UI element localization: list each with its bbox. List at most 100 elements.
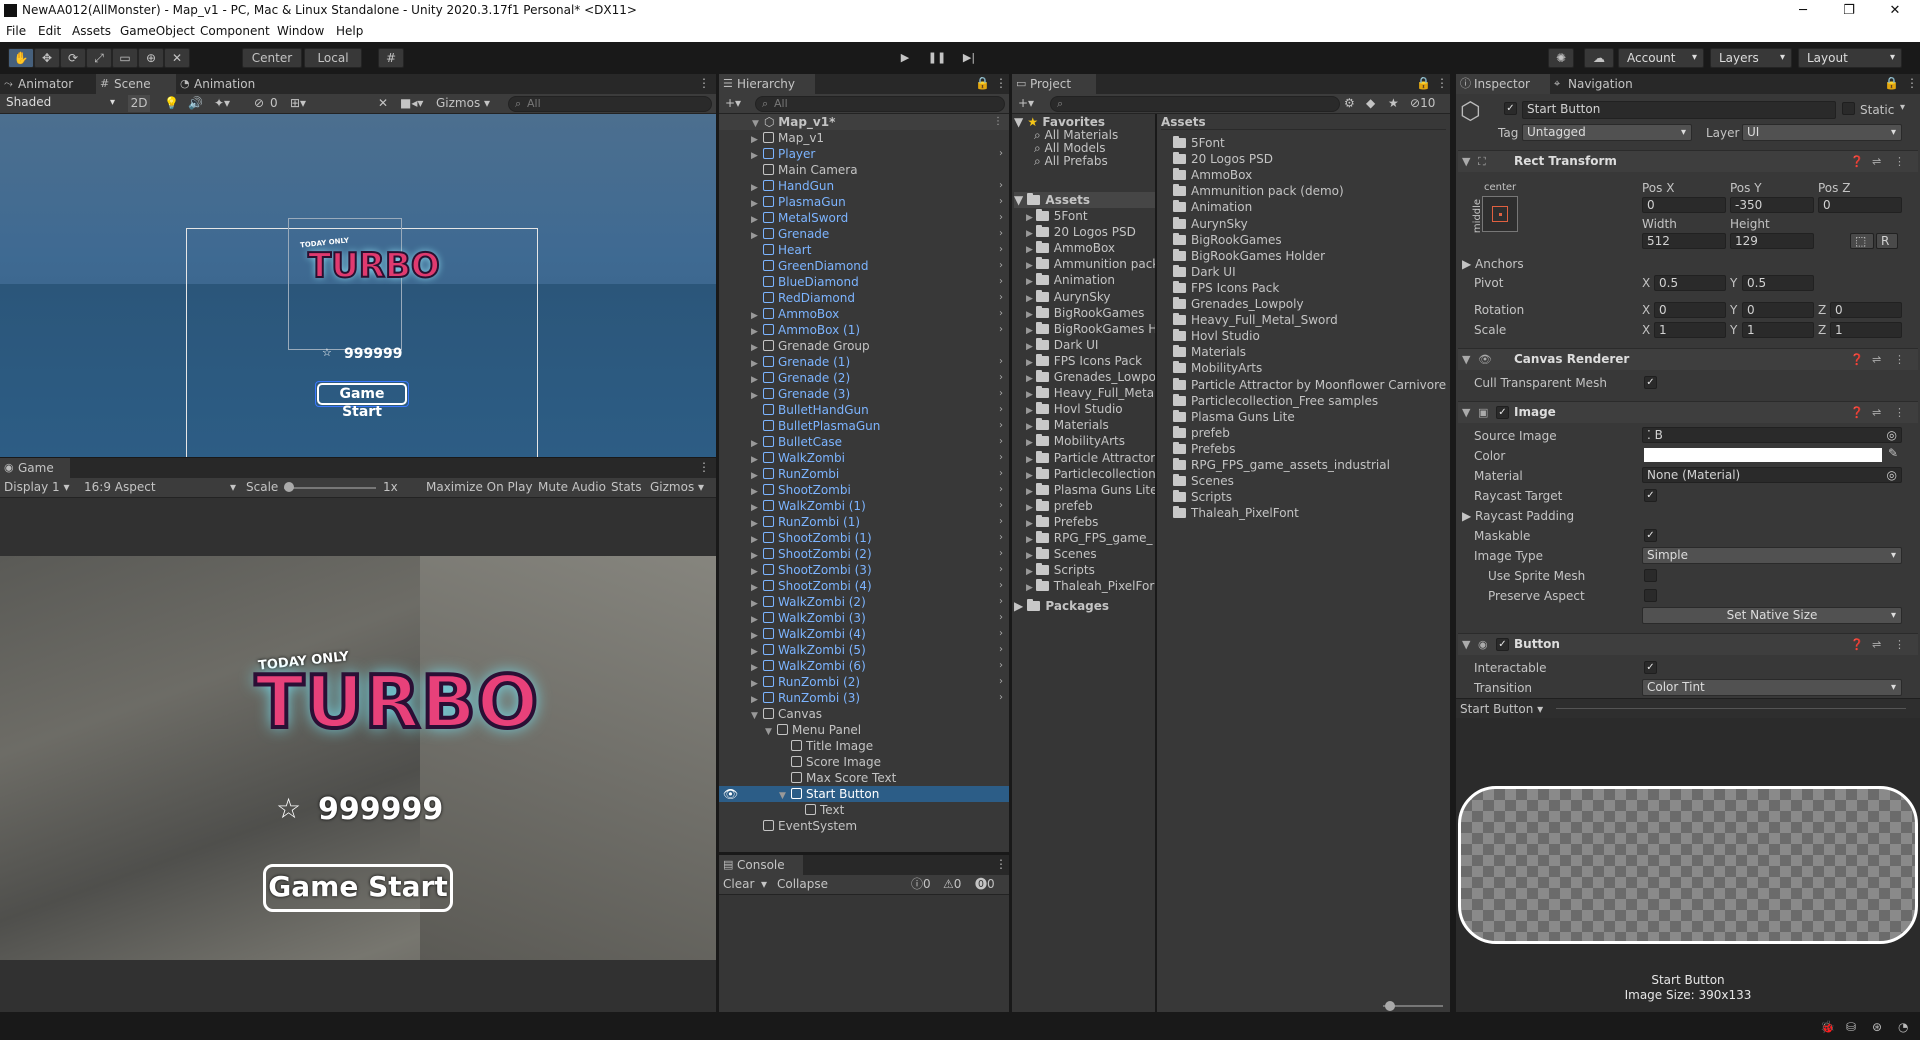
effects-icon[interactable]: ✦▾	[214, 95, 230, 112]
cull-transparent-checkbox[interactable]: ✓	[1644, 376, 1657, 389]
console-log-area[interactable]	[719, 895, 1009, 1012]
asset-tree-folder[interactable]: ▶ Scripts	[1026, 562, 1095, 578]
hierarchy-item[interactable]: ▶ RunZombi ›	[719, 466, 1009, 482]
asset-tree-folder[interactable]: ▶ Particlecollection	[1026, 466, 1155, 482]
asset-tree-folder[interactable]: ▶ AurynSky	[1026, 289, 1111, 305]
preview-header[interactable]: Start Button ▾	[1456, 698, 1920, 718]
grid-snap-icon[interactable]: #	[378, 48, 404, 68]
hierarchy-menu-icon[interactable]: ⋮	[995, 76, 1007, 90]
project-add-icon[interactable]: +▾	[1018, 95, 1034, 112]
scale-slider[interactable]	[284, 487, 376, 489]
hierarchy-item[interactable]: ▶ WalkZombi (3) ›	[719, 610, 1009, 626]
hierarchy-item[interactable]: Score Image	[719, 754, 1009, 770]
hierarchy-item[interactable]: Max Score Text	[719, 770, 1009, 786]
cloud-icon[interactable]: ☁	[1584, 48, 1614, 68]
fold-icon[interactable]: ▶	[1026, 310, 1036, 320]
interactable-checkbox[interactable]: ✓	[1644, 661, 1657, 674]
hierarchy-search-input[interactable]: All	[755, 96, 1005, 112]
hierarchy-item[interactable]: ▶ WalkZombi (4) ›	[719, 626, 1009, 642]
asset-list-item[interactable]: Prefebs	[1173, 441, 1236, 457]
prefab-open-icon[interactable]: ›	[999, 226, 1003, 242]
object-picker-icon[interactable]: ◎	[1887, 428, 1897, 442]
fold-icon[interactable]: ▶	[1026, 503, 1036, 513]
asset-list-item[interactable]: Particlecollection_Free samples	[1173, 393, 1378, 409]
material-picker-icon[interactable]: ◎	[1887, 468, 1897, 482]
asset-tree-folder[interactable]: ▶ Thaleah_PixelFor	[1026, 578, 1154, 594]
prefab-open-icon[interactable]: ›	[999, 290, 1003, 306]
eyedropper-icon[interactable]: ✎	[1888, 446, 1898, 460]
hierarchy-add-icon[interactable]: +▾	[725, 95, 741, 112]
scene-search-input[interactable]: All	[508, 96, 712, 112]
hidden-objects-icon[interactable]: ⊘	[254, 95, 264, 112]
console-clear-button[interactable]: Clear	[723, 876, 754, 893]
hierarchy-item[interactable]: ▶ WalkZombi (2) ›	[719, 594, 1009, 610]
raycast-padding-foldout[interactable]: ▶ Raycast Padding	[1462, 508, 1574, 524]
hierarchy-item[interactable]: ▶ Grenade (3) ›	[719, 386, 1009, 402]
prefab-open-icon[interactable]: ›	[999, 690, 1003, 706]
asset-tree-folder[interactable]: ▶ Materials	[1026, 417, 1109, 433]
custom-tool-icon[interactable]: ✕	[164, 48, 190, 68]
game-menu-icon[interactable]: ⋮	[698, 460, 710, 474]
asset-list-item[interactable]: prefeb	[1173, 425, 1230, 441]
asset-list-item[interactable]: Hovl Studio	[1173, 328, 1260, 344]
tools-icon[interactable]: ✕	[378, 95, 388, 112]
asset-list-item[interactable]: BigRookGames Holder	[1173, 248, 1325, 264]
component-menu-icon[interactable]: ⋮	[1894, 634, 1905, 655]
fold-icon[interactable]: ▶	[1026, 567, 1036, 577]
display-dropdown[interactable]: Display 1 ▾	[4, 479, 76, 496]
fold-icon[interactable]: ▶	[1026, 277, 1036, 287]
asset-tree-folder[interactable]: ▶ Plasma Guns Lite	[1026, 482, 1155, 498]
shading-dropdown[interactable]: Shaded	[2, 95, 120, 112]
menu-edit[interactable]: Edit	[38, 24, 61, 38]
gizmos-dropdown[interactable]: Gizmos ▾	[436, 95, 496, 112]
transition-dropdown[interactable]: Color Tint	[1642, 679, 1902, 696]
hierarchy-item[interactable]: ▶ Grenade (1) ›	[719, 354, 1009, 370]
tab-game[interactable]: ◉ Game	[0, 458, 70, 478]
asset-list-item[interactable]: Grenades_Lowpoly	[1173, 296, 1304, 312]
hierarchy-lock-icon[interactable]: 🔒	[975, 76, 990, 90]
scene-viewport[interactable]: TODAY ONLY TURBO ☆ 999999 Game Start	[0, 114, 716, 457]
hierarchy-scene-row[interactable]: ▼ ⬡ Map_v1* ⋮	[719, 114, 1009, 130]
asset-tree-folder[interactable]: ▶ BigRookGames H	[1026, 321, 1155, 337]
canvas-renderer-header[interactable]: ▼ 👁 Canvas Renderer ❓ ⇌ ⋮	[1458, 348, 1918, 370]
scene-menu-icon[interactable]: ⋮	[698, 76, 710, 90]
favorite-item[interactable]: ⌕ All Prefabs	[1034, 153, 1108, 169]
pause-button[interactable]: ❚❚	[925, 48, 949, 68]
menu-file[interactable]: File	[6, 24, 26, 38]
asset-list-item[interactable]: Animation	[1173, 199, 1252, 215]
prefab-open-icon[interactable]: ›	[999, 546, 1003, 562]
progress-icon[interactable]: ◔	[1898, 1020, 1908, 1034]
fold-icon[interactable]: ▶	[1026, 261, 1036, 271]
hidden-packages-icon[interactable]: ⊘10	[1410, 95, 1435, 112]
collab-icon[interactable]: ✺	[1548, 48, 1574, 68]
pivot-center-toggle[interactable]: Center	[242, 48, 302, 68]
prefab-open-icon[interactable]: ›	[999, 450, 1003, 466]
static-chevron-icon[interactable]: ▾	[1900, 102, 1905, 113]
console-error-toggle[interactable]: ⓿0	[975, 876, 995, 893]
hierarchy-item[interactable]: ▶ RunZombi (3) ›	[719, 690, 1009, 706]
asset-tree-folder[interactable]: ▶ MobilityArts	[1026, 433, 1125, 449]
debug-icon[interactable]: 🐞	[1820, 1020, 1835, 1034]
help-icon[interactable]: ❓	[1850, 402, 1864, 423]
asset-tree-folder[interactable]: ▶ Ammunition pack	[1026, 256, 1155, 272]
asset-list-item[interactable]: Scenes	[1173, 473, 1234, 489]
preview-drag-handle[interactable]	[1556, 708, 1906, 709]
asset-list-item[interactable]: BigRookGames	[1173, 232, 1282, 248]
prefab-open-icon[interactable]: ›	[999, 530, 1003, 546]
asset-list-item[interactable]: RPG_FPS_game_assets_industrial	[1173, 457, 1390, 473]
menu-assets[interactable]: Assets	[72, 24, 111, 38]
posx-field[interactable]: 0	[1642, 197, 1726, 213]
hierarchy-item[interactable]: ▶ ShootZombi (4) ›	[719, 578, 1009, 594]
rect-tool-icon[interactable]: ▭	[112, 48, 138, 68]
fold-icon[interactable]: ▶	[1026, 551, 1036, 561]
fold-icon[interactable]: ▶	[1026, 374, 1036, 384]
auto-generate-icon[interactable]: ⊛	[1872, 1020, 1882, 1034]
image-header[interactable]: ▼ ▣ ✓ Image ❓ ⇌ ⋮	[1458, 401, 1918, 423]
hierarchy-item[interactable]: ▶ RunZombi (1) ›	[719, 514, 1009, 530]
hierarchy-item[interactable]: ▶ AmmoBox ›	[719, 306, 1009, 322]
hierarchy-item[interactable]: ▶ ShootZombi ›	[719, 482, 1009, 498]
component-menu-icon[interactable]: ⋮	[1894, 402, 1905, 423]
image-enabled-checkbox[interactable]: ✓	[1496, 406, 1509, 419]
play-button[interactable]: ▶	[893, 48, 917, 68]
prefab-open-icon[interactable]: ›	[999, 482, 1003, 498]
